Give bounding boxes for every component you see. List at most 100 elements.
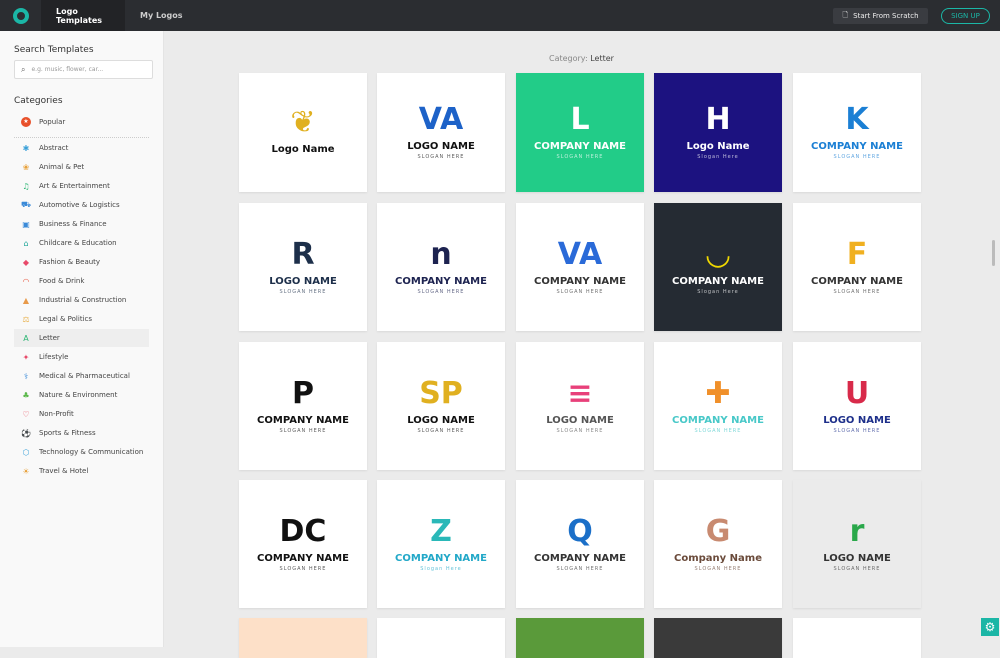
logo-name: LOGO NAME xyxy=(407,414,475,426)
category-icon: ♣ xyxy=(22,390,30,400)
category-label: Automotive & Logistics xyxy=(39,201,120,209)
scrollbar[interactable] xyxy=(992,240,995,266)
logo-slogan: Slogan Here xyxy=(697,288,739,295)
category-label: Travel & Hotel xyxy=(39,467,89,475)
logo-template-card[interactable]: Q COMPANY NAME SLOGAN HERE xyxy=(516,480,644,608)
category-label: Non-Profit xyxy=(39,410,74,418)
logo-template-card[interactable]: Z COMPANY NAME Slogan Here xyxy=(377,480,505,608)
logo-slogan: Slogan Here xyxy=(420,565,462,572)
logo-template-card[interactable]: ◡ COMPANY NAME Slogan Here xyxy=(654,203,782,331)
logo-name: COMPANY NAME xyxy=(811,275,903,287)
category-item[interactable]: ❀ Animal & Pet xyxy=(14,158,149,176)
logo-template-card[interactable]: H Logo Name Slogan Here xyxy=(654,73,782,192)
logo-template-card[interactable]: VA LOGO NAME SLOGAN HERE xyxy=(377,73,505,192)
category-label: Sports & Fitness xyxy=(39,429,96,437)
category-label: Legal & Politics xyxy=(39,315,92,323)
logo-mark-icon: VA xyxy=(557,236,603,272)
logo-template-card[interactable]: ✚ COMPANY NAME SLOGAN HERE xyxy=(654,342,782,470)
logo-slogan: Slogan Here xyxy=(697,154,739,160)
category-item[interactable]: ✱ Abstract xyxy=(14,139,149,157)
settings-gear-icon[interactable]: ⚙ xyxy=(981,618,999,636)
logo-mark-icon: K xyxy=(845,102,869,137)
logo-template-card[interactable] xyxy=(377,618,505,658)
category-icon: ◆ xyxy=(22,257,30,267)
category-icon: A xyxy=(23,333,29,343)
logo-template-card[interactable]: ❦ Logo Name xyxy=(239,73,367,192)
logo-template-card[interactable] xyxy=(793,618,921,658)
logo-name: COMPANY NAME xyxy=(534,275,626,287)
logo-template-card[interactable]: G Company Name SLOGAN HERE xyxy=(654,480,782,608)
category-breadcrumb: Category: Letter xyxy=(549,54,614,63)
logo-slogan: SLOGAN HERE xyxy=(417,154,465,160)
start-from-scratch-button[interactable]: 🗋 Start From Scratch xyxy=(833,8,928,24)
category-item[interactable]: ♡ Non-Profit xyxy=(14,405,149,423)
logo-name: COMPANY NAME xyxy=(534,141,626,152)
category-item[interactable]: ☀ Travel & Hotel xyxy=(14,462,149,480)
logo-template-card[interactable]: SP LOGO NAME SLOGAN HERE xyxy=(377,342,505,470)
category-value: Letter xyxy=(590,54,614,63)
category-item[interactable]: ⚕ Medical & Pharmaceutical xyxy=(14,367,149,385)
logo-mark-icon: G xyxy=(705,513,731,549)
logo-template-card[interactable] xyxy=(239,618,367,658)
logo-template-card[interactable]: R LOGO NAME SLOGAN HERE xyxy=(239,203,367,331)
tab-my-logos[interactable]: My Logos xyxy=(125,0,198,31)
logo-name: COMPANY NAME xyxy=(257,552,349,564)
tab-logo-templates[interactable]: Logo Templates xyxy=(41,0,125,31)
document-icon: 🗋 xyxy=(842,10,849,19)
category-label: Fashion & Beauty xyxy=(39,258,101,266)
category-label: Medical & Pharmaceutical xyxy=(39,372,130,380)
logo-template-card[interactable]: L COMPANY NAME SLOGAN HERE xyxy=(516,73,644,192)
category-item[interactable]: ⬡ Technology & Communication xyxy=(14,443,149,461)
logo-mark-icon: F xyxy=(846,236,868,272)
top-bar: Logo Templates My Logos 🗋 Start From Scra… xyxy=(0,0,1000,31)
divider xyxy=(14,137,149,138)
category-popular[interactable]: ★ Popular xyxy=(14,113,149,131)
logo-mark-icon: R xyxy=(291,236,315,272)
logo-template-card[interactable]: n COMPANY NAME SLOGAN HERE xyxy=(377,203,505,331)
logo-name: COMPANY NAME xyxy=(395,275,487,287)
category-item[interactable]: ♣ Nature & Environment xyxy=(14,386,149,404)
logo-template-card[interactable]: P COMPANY NAME SLOGAN HERE xyxy=(239,342,367,470)
category-item[interactable]: A Letter xyxy=(14,329,149,347)
logo-template-card[interactable]: K COMPANY NAME SLOGAN HERE xyxy=(793,73,921,192)
logo-template-card[interactable]: VA COMPANY NAME SLOGAN HERE xyxy=(516,203,644,331)
category-item[interactable]: ▣ Business & Finance xyxy=(14,215,149,233)
category-item[interactable]: ⛟ Automotive & Logistics xyxy=(14,196,149,214)
logo-slogan: SLOGAN HERE xyxy=(556,565,604,572)
sidebar: Search Templates ⌕ e.g. music, flower, ca… xyxy=(0,31,164,647)
category-label: Lifestyle xyxy=(39,353,69,361)
logo-mark-icon: DC xyxy=(279,513,327,549)
logo-template-card[interactable]: U LOGO NAME SLOGAN HERE xyxy=(793,342,921,470)
logo-slogan: SLOGAN HERE xyxy=(556,154,604,160)
logo-mark-icon: VA xyxy=(418,102,464,137)
sign-up-button[interactable]: SIGN UP xyxy=(941,8,990,24)
category-item[interactable]: ◠ Food & Drink xyxy=(14,272,149,290)
category-icon: ♫ xyxy=(22,181,30,191)
logo-name: COMPANY NAME xyxy=(257,414,349,426)
logo-mark-icon: n xyxy=(430,236,452,272)
category-item[interactable]: ♫ Art & Entertainment xyxy=(14,177,149,195)
category-icon: ♡ xyxy=(22,409,30,419)
logo-slogan: SLOGAN HERE xyxy=(417,427,465,434)
logo-slogan: SLOGAN HERE xyxy=(279,288,327,295)
logo-template-card[interactable]: DC COMPANY NAME SLOGAN HERE xyxy=(239,480,367,608)
category-item[interactable]: ✦ Lifestyle xyxy=(14,348,149,366)
logo-slogan: SLOGAN HERE xyxy=(279,565,327,572)
category-item[interactable]: ⌂ Childcare & Education xyxy=(14,234,149,252)
logo-name: LOGO NAME xyxy=(823,414,891,426)
search-placeholder: e.g. music, flower, car... xyxy=(31,66,104,73)
category-item[interactable]: ▲ Industrial & Construction xyxy=(14,291,149,309)
category-item[interactable]: ◆ Fashion & Beauty xyxy=(14,253,149,271)
category-item[interactable]: ⚽ Sports & Fitness xyxy=(14,424,149,442)
logo-template-card[interactable]: ≡ LOGO NAME SLOGAN HERE xyxy=(516,342,644,470)
logo-template-card[interactable]: r LOGO NAME SLOGAN HERE xyxy=(793,480,921,608)
logo-name: Logo Name xyxy=(271,144,335,155)
logo-mark-icon: ◡ xyxy=(706,236,730,272)
logo-template-card[interactable] xyxy=(654,618,782,658)
logo-template-card[interactable]: F COMPANY NAME SLOGAN HERE xyxy=(793,203,921,331)
category-label: Animal & Pet xyxy=(39,163,85,171)
search-input[interactable]: ⌕ e.g. music, flower, car... xyxy=(14,60,153,79)
app-logo[interactable] xyxy=(0,0,41,31)
category-item[interactable]: ⚖ Legal & Politics xyxy=(14,310,149,328)
logo-template-card[interactable] xyxy=(516,618,644,658)
